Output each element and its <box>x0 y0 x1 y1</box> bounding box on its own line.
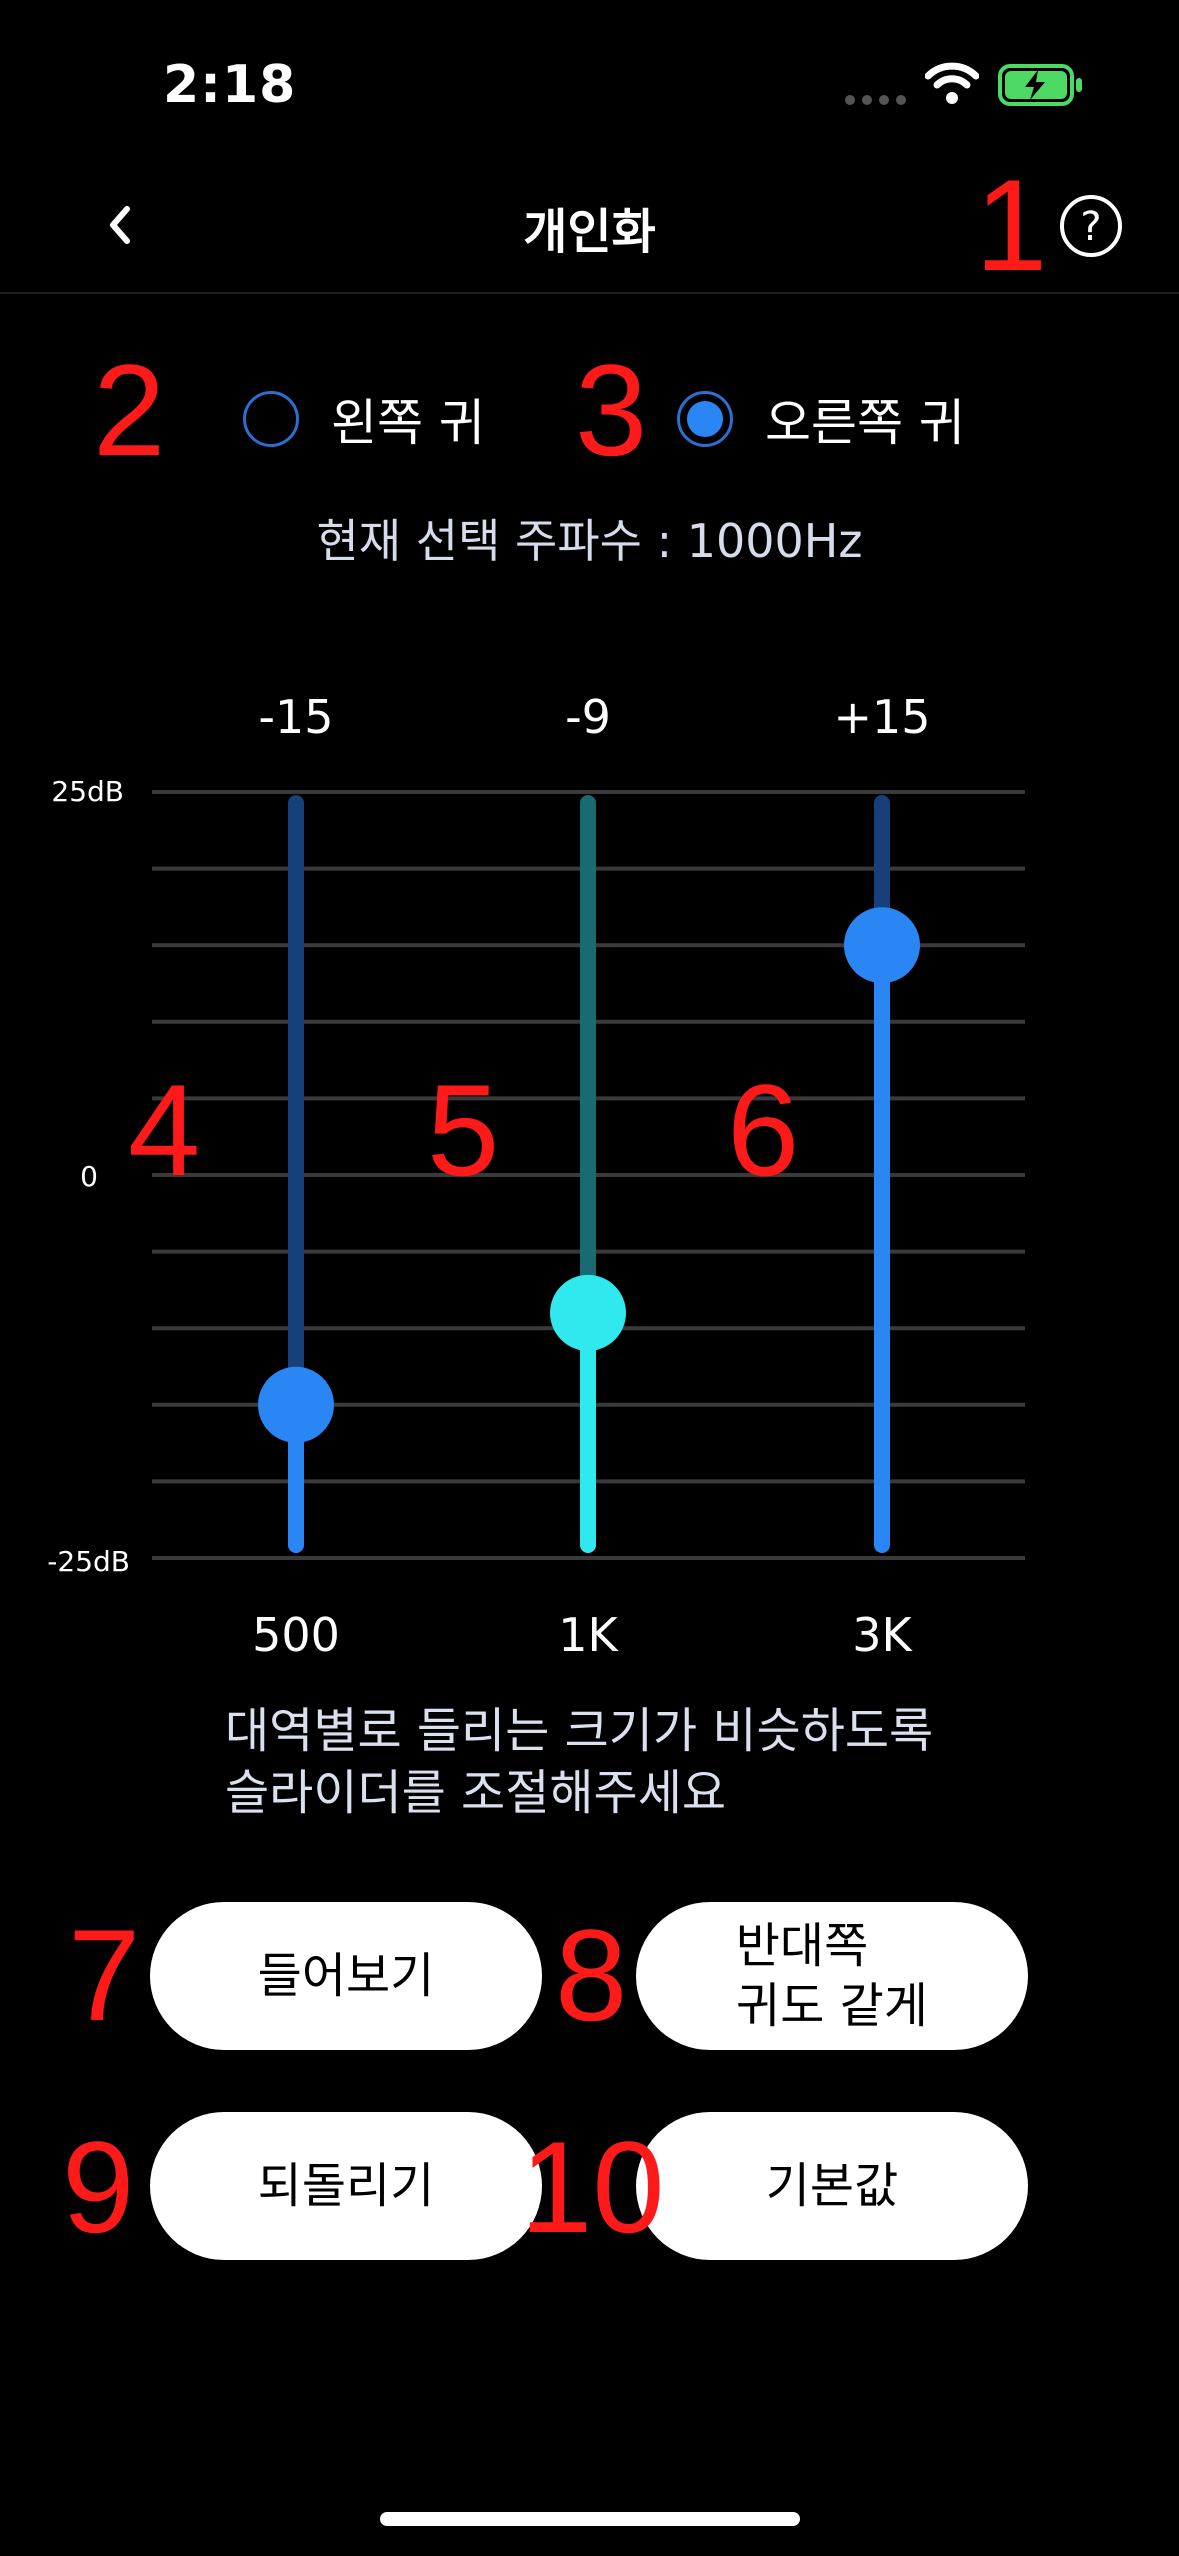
home-indicator[interactable] <box>380 2512 800 2526</box>
annotation-7: 7 <box>68 1902 141 2048</box>
slider-1k-knob[interactable] <box>550 1274 626 1351</box>
band-1k-label: 1K <box>558 1608 618 1662</box>
annotation-5: 5 <box>427 1057 500 1203</box>
slider-500-knob[interactable] <box>258 1366 334 1443</box>
annotation-1: 1 <box>975 152 1048 298</box>
default-button[interactable]: 기본값 <box>636 2112 1028 2260</box>
band-3k-label: 3K <box>852 1608 912 1662</box>
undo-button[interactable]: 되돌리기 <box>150 2112 542 2260</box>
band-500-label: 500 <box>252 1608 340 1662</box>
copy-label-line-2: 귀도 같게 <box>736 1978 928 2034</box>
personalization-screen: 2:18 개인화 ? 왼쪽 귀 오른쪽 귀 현재 선택 주파수 : 1000Hz… <box>0 0 1179 2556</box>
instruction-line-2: 슬라이더를 조절해주세요 <box>225 1765 727 1821</box>
annotation-10: 10 <box>520 2114 665 2260</box>
copy-to-other-ear-button[interactable]: 반대쪽 귀도 같게 <box>636 1902 1028 2050</box>
default-label: 기본값 <box>765 2158 899 2214</box>
annotation-8: 8 <box>555 1902 628 2048</box>
annotation-4: 4 <box>128 1057 201 1203</box>
listen-label: 들어보기 <box>257 1948 435 2004</box>
annotation-9: 9 <box>62 2114 135 2260</box>
annotation-3: 3 <box>575 337 648 483</box>
annotation-2: 2 <box>93 337 166 483</box>
listen-button[interactable]: 들어보기 <box>150 1902 542 2050</box>
slider-3k-knob[interactable] <box>844 907 920 984</box>
copy-label-line-1: 반대쪽 <box>735 1918 869 1974</box>
annotation-6: 6 <box>727 1057 800 1203</box>
instruction-text: 대역별로 들리는 크기가 비슷하도록 슬라이더를 조절해주세요 <box>225 1700 933 1824</box>
instruction-line-1: 대역별로 들리는 크기가 비슷하도록 <box>225 1703 934 1759</box>
undo-label: 되돌리기 <box>257 2158 435 2214</box>
